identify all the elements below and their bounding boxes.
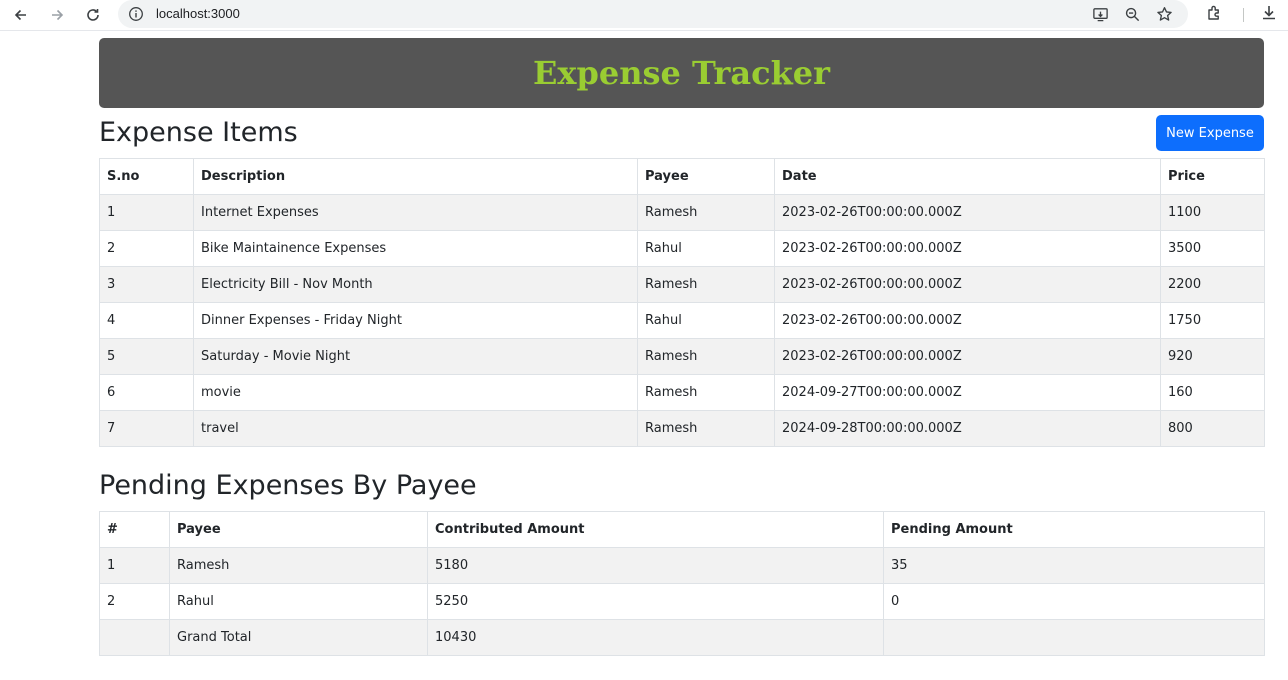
table-row: 4 Dinner Expenses - Friday Night Rahul 2… [99, 302, 1265, 339]
cell-payee: Ramesh [637, 338, 775, 375]
cell-sno: 1 [99, 194, 194, 231]
cell-price: 1100 [1160, 194, 1265, 231]
browser-toolbar: localhost:3000 [0, 0, 1288, 31]
expense-section-header: Expense Items New Expense [99, 108, 1264, 158]
cell-description: travel [193, 410, 638, 447]
cell-price: 3500 [1160, 230, 1265, 267]
cell-sno: 3 [99, 266, 194, 303]
cell-contributed: 5180 [427, 547, 884, 584]
column-header: # [99, 511, 170, 548]
table-header-row: # Payee Contributed Amount Pending Amoun… [99, 511, 1265, 548]
column-header: Description [193, 158, 638, 195]
pending-section-header: Pending Expenses By Payee [99, 461, 1264, 511]
zoom-icon[interactable] [1124, 6, 1142, 24]
cell-payee: Rahul [637, 302, 775, 339]
app-title: Expense Tracker [533, 54, 830, 92]
expense-items-heading: Expense Items [99, 117, 298, 148]
cell-date: 2023-02-26T00:00:00.000Z [774, 338, 1161, 375]
table-row: 1 Ramesh 5180 35 [99, 547, 1265, 584]
cell-contributed: 10430 [427, 619, 884, 656]
cell-payee: Ramesh [637, 194, 775, 231]
table-row: 5 Saturday - Movie Night Ramesh 2023-02-… [99, 338, 1265, 375]
cell-num [99, 619, 170, 656]
install-app-icon[interactable] [1092, 6, 1110, 24]
cell-payee: Rahul [637, 230, 775, 267]
cell-payee: Grand Total [169, 619, 428, 656]
cell-num: 2 [99, 583, 170, 620]
column-header: Payee [169, 511, 428, 548]
reload-icon[interactable] [80, 2, 106, 28]
cell-sno: 6 [99, 374, 194, 411]
cell-description: movie [193, 374, 638, 411]
pending-expenses-table: # Payee Contributed Amount Pending Amoun… [99, 511, 1265, 656]
cell-description: Dinner Expenses - Friday Night [193, 302, 638, 339]
expense-items-table: S.no Description Payee Date Price 1 Inte… [99, 158, 1265, 447]
cell-date: 2023-02-26T00:00:00.000Z [774, 230, 1161, 267]
cell-sno: 5 [99, 338, 194, 375]
cell-date: 2024-09-27T00:00:00.000Z [774, 374, 1161, 411]
cell-price: 1750 [1160, 302, 1265, 339]
cell-date: 2023-02-26T00:00:00.000Z [774, 266, 1161, 303]
cell-date: 2024-09-28T00:00:00.000Z [774, 410, 1161, 447]
cell-description: Electricity Bill - Nov Month [193, 266, 638, 303]
column-header: S.no [99, 158, 194, 195]
table-row: 2 Bike Maintainence Expenses Rahul 2023-… [99, 230, 1265, 267]
table-row: 6 movie Ramesh 2024-09-27T00:00:00.000Z … [99, 374, 1265, 411]
cell-date: 2023-02-26T00:00:00.000Z [774, 302, 1161, 339]
cell-pending: 0 [883, 583, 1265, 620]
column-header: Contributed Amount [427, 511, 884, 548]
column-header: Pending Amount [883, 511, 1265, 548]
app-container: Expense Tracker Expense Items New Expens… [99, 38, 1265, 656]
cell-description: Saturday - Movie Night [193, 338, 638, 375]
cell-payee: Ramesh [637, 410, 775, 447]
cell-sno: 2 [99, 230, 194, 267]
cell-payee: Ramesh [169, 547, 428, 584]
bookmark-star-icon[interactable] [1156, 6, 1174, 24]
cell-pending: 35 [883, 547, 1265, 584]
cell-date: 2023-02-26T00:00:00.000Z [774, 194, 1161, 231]
cell-sno: 4 [99, 302, 194, 339]
cell-payee: Ramesh [637, 374, 775, 411]
address-bar[interactable]: localhost:3000 [118, 0, 1188, 28]
table-row: 1 Internet Expenses Ramesh 2023-02-26T00… [99, 194, 1265, 231]
cell-pending [883, 619, 1265, 656]
table-row: 3 Electricity Bill - Nov Month Ramesh 20… [99, 266, 1265, 303]
back-icon[interactable] [8, 2, 34, 28]
forward-icon[interactable] [44, 2, 70, 28]
app-header: Expense Tracker [99, 38, 1264, 108]
cell-description: Bike Maintainence Expenses [193, 230, 638, 267]
new-expense-button[interactable]: New Expense [1156, 115, 1264, 151]
cell-contributed: 5250 [427, 583, 884, 620]
table-row: 7 travel Ramesh 2024-09-28T00:00:00.000Z… [99, 410, 1265, 447]
site-info-icon[interactable] [128, 6, 144, 22]
cell-payee: Rahul [169, 583, 428, 620]
downloads-icon[interactable] [1260, 4, 1280, 24]
table-header-row: S.no Description Payee Date Price [99, 158, 1265, 195]
extensions-icon[interactable] [1206, 4, 1226, 24]
cell-price: 2200 [1160, 266, 1265, 303]
cell-price: 800 [1160, 410, 1265, 447]
cell-price: 160 [1160, 374, 1265, 411]
column-header: Price [1160, 158, 1265, 195]
cell-price: 920 [1160, 338, 1265, 375]
cell-num: 1 [99, 547, 170, 584]
url-text[interactable]: localhost:3000 [156, 6, 240, 21]
table-row: 2 Rahul 5250 0 [99, 583, 1265, 620]
cell-description: Internet Expenses [193, 194, 638, 231]
column-header: Payee [637, 158, 775, 195]
grand-total-row: Grand Total 10430 [99, 619, 1265, 656]
cell-sno: 7 [99, 410, 194, 447]
cell-payee: Ramesh [637, 266, 775, 303]
toolbar-separator [1243, 8, 1244, 22]
pending-expenses-heading: Pending Expenses By Payee [99, 470, 477, 501]
column-header: Date [774, 158, 1161, 195]
